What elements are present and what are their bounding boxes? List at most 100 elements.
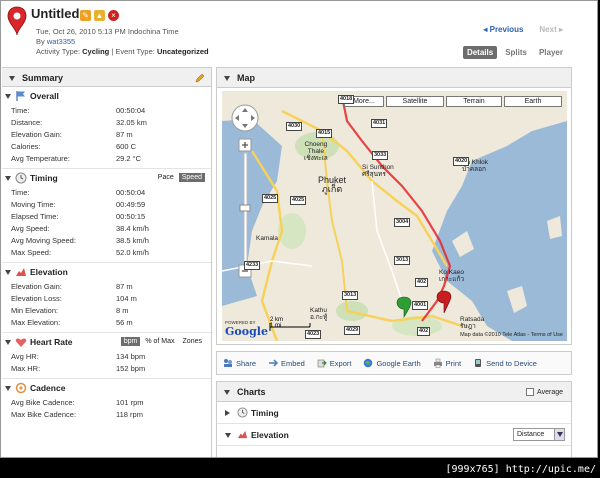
road-shield: 4030 [286, 122, 303, 131]
watermark: [999x765] http://upic.me/ [445, 464, 596, 475]
edit-pencil-icon[interactable]: ✎ [80, 10, 91, 21]
chart-timing-row[interactable]: Timing [217, 402, 571, 424]
scrollbar[interactable] [579, 67, 597, 457]
road-shield: 402 [417, 327, 431, 336]
google-logo: Google [225, 325, 268, 338]
stat-value: 00:50:04 [116, 188, 146, 197]
stat-row: Calories: 600 C [2, 141, 211, 153]
road-shield: 4233 [244, 261, 261, 270]
share-button[interactable]: Share [223, 358, 256, 368]
chart-elevation-row[interactable]: Elevation Distance [217, 424, 571, 446]
map-header[interactable]: Map [217, 68, 571, 88]
summary-panel: Summary Overall Time: 00:50:04 Distance: 32… [2, 67, 212, 457]
heart-icon [15, 338, 27, 347]
elevation-icon [237, 430, 248, 439]
road-shield: 4020 [453, 157, 470, 166]
share-lock-icon[interactable]: ▲ [94, 10, 105, 21]
edit-pencil-icon[interactable] [195, 73, 205, 83]
map-label-ratsada: Ratsada รัษฎา [460, 316, 485, 330]
stat-label: Avg Temperature: [11, 154, 70, 163]
activity-owner: By wat3355 [36, 37, 76, 46]
map-label-si-sunthon: Si Sunthon ศรีสุนทร [362, 164, 394, 178]
send-to-device-button[interactable]: Send to Device [473, 358, 537, 368]
stat-label: Avg Speed: [11, 224, 50, 233]
stat-value: 152 bpm [116, 364, 146, 373]
road-shield: 4018 [338, 95, 355, 104]
stat-row: Max HR: 152 bpm [2, 363, 211, 375]
delete-icon[interactable]: × [108, 10, 119, 21]
map-label-ko-kaeo: Ko Kaeo เกาะแก้ว [439, 269, 465, 283]
stat-value: 32.05 km [116, 118, 147, 127]
collapse-arrow-icon[interactable] [5, 94, 11, 99]
collapse-arrow-icon[interactable] [5, 176, 11, 181]
globe-icon [364, 358, 373, 368]
checkbox[interactable] [526, 388, 535, 396]
stat-label: Elapsed Time: [11, 212, 59, 221]
expand-arrow-icon[interactable] [225, 410, 230, 416]
map-label-kamala: Kamala [256, 235, 279, 242]
road-shield: 4031 [371, 119, 388, 128]
bpm-toggle[interactable]: bpm [120, 337, 141, 346]
cadence-icon [15, 382, 27, 394]
stat-label: Calories: [11, 142, 41, 151]
stat-row: Elevation Gain: 87 m [2, 281, 211, 293]
x-axis-select[interactable]: Distance [513, 428, 565, 441]
collapse-arrow-icon[interactable] [224, 390, 230, 395]
share-icon [224, 359, 232, 367]
charts-header[interactable]: Charts Average [217, 382, 571, 402]
collapse-arrow-icon[interactable] [5, 270, 11, 275]
export-button[interactable]: Export [317, 358, 351, 368]
collapse-arrow-icon[interactable] [5, 340, 11, 345]
speed-toggle[interactable]: Speed [178, 173, 205, 182]
summary-header[interactable]: Summary [2, 67, 211, 87]
garmin-activity-page: Untitled ✎ ▲ × Tue, Oct 26, 2010 5:13 PM… [0, 0, 598, 458]
collapse-arrow-icon[interactable] [5, 386, 11, 391]
stat-value: 600 C [116, 142, 137, 151]
elevation-icon [16, 268, 26, 276]
previous-link[interactable]: ◂ Previous [483, 25, 523, 34]
clock-icon [15, 172, 27, 184]
percent-max-toggle[interactable]: % of Max [142, 337, 177, 346]
map-type-satellite[interactable]: Satellite [386, 96, 444, 107]
stat-row: Avg Speed: 38.4 km/h [2, 223, 211, 235]
elevation-section: Elevation Elevation Gain: 87 m Elevation L… [2, 263, 211, 333]
charts-panel: Charts Average Timing Elevation Distance [216, 381, 572, 457]
flag-icon [16, 91, 25, 101]
average-checkbox[interactable]: Average [526, 388, 563, 396]
map-type-earth[interactable]: Earth [504, 96, 562, 107]
stat-value: 101 rpm [116, 398, 144, 407]
embed-icon [269, 359, 279, 367]
activity-type-line: Activity Type: Cycling | Event Type: Unc… [36, 47, 209, 56]
map-type-terrain[interactable]: Terrain [446, 96, 502, 107]
route-map[interactable]: More... Satellite Terrain Earth Choeng Th… [222, 91, 567, 341]
stat-row: Avg Temperature: 29.2 °C [2, 153, 211, 165]
zones-toggle[interactable]: Zones [180, 337, 205, 346]
stat-row: Moving Time: 00:49:59 [2, 199, 211, 211]
next-link[interactable]: Next ▸ [539, 25, 563, 34]
tab-splits[interactable]: Splits [501, 46, 531, 59]
stat-label: Elevation Gain: [11, 282, 62, 291]
stat-value: 52.0 km/h [116, 248, 149, 257]
stat-value: 00:50:15 [116, 212, 146, 221]
user-link[interactable]: wat3355 [47, 37, 75, 46]
chevron-down-icon[interactable] [554, 429, 564, 440]
stat-row: Avg Moving Speed: 38.5 km/h [2, 235, 211, 247]
stat-label: Max HR: [11, 364, 41, 373]
collapse-arrow-icon[interactable] [224, 76, 230, 81]
print-button[interactable]: Print [433, 358, 461, 368]
stat-row: Avg Bike Cadence: 101 rpm [2, 397, 211, 409]
road-shield: 4029 [344, 326, 361, 335]
google-earth-button[interactable]: Google Earth [363, 358, 421, 368]
map-terms[interactable]: Map data ©2010 Tele Atlas - Terms of Use [460, 332, 563, 338]
tab-player[interactable]: Player [535, 46, 567, 59]
clock-icon [237, 407, 248, 418]
collapse-arrow-icon[interactable] [9, 76, 15, 81]
map-label-choeng-thale: Choeng Thale เชิงทะเล [304, 141, 328, 162]
tab-details[interactable]: Details [462, 46, 498, 59]
embed-button[interactable]: Embed [268, 358, 305, 368]
road-shield: 4025 [262, 194, 279, 203]
stat-row: Elevation Gain: 87 m [2, 129, 211, 141]
pace-toggle[interactable]: Pace [155, 173, 177, 182]
collapse-arrow-icon[interactable] [225, 433, 231, 438]
road-shield: 4001 [412, 301, 429, 310]
